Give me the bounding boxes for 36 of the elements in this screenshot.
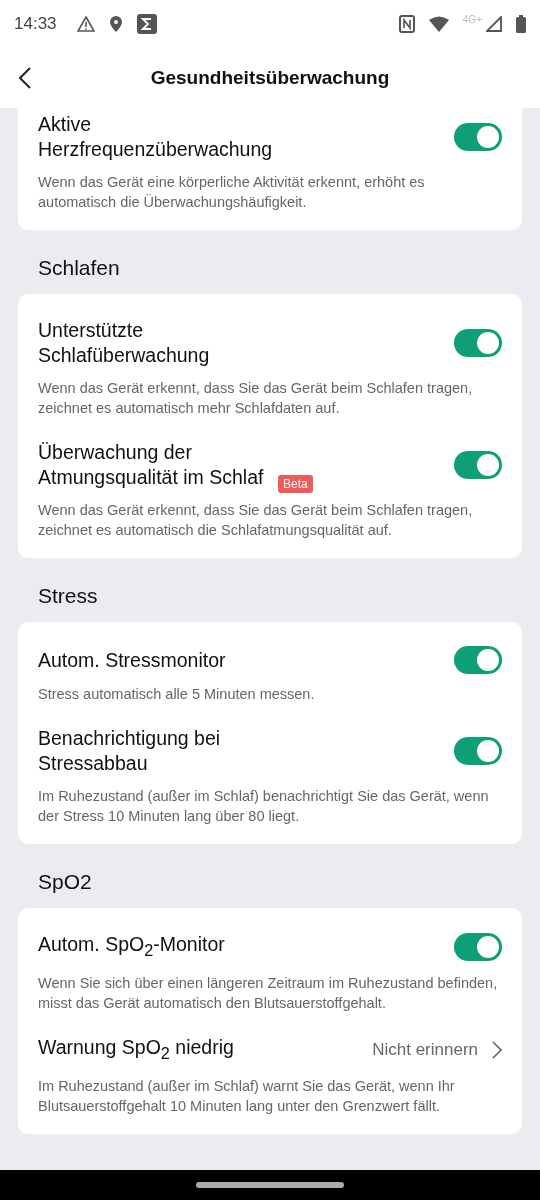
setting-description: Wenn Sie sich über einen längeren Zeitraum im Ruhezustand befinden, misst das Gerät automatisch den Blutsauerstoffgehalt. bbox=[38, 973, 499, 1013]
section-heading: Schlafen bbox=[37, 255, 121, 281]
warning-icon bbox=[76, 16, 95, 32]
value-link[interactable]: Nicht erinnern bbox=[372, 1040, 502, 1061]
setting-title: Autom. Stressmonitor bbox=[38, 648, 226, 671]
toggle-switch[interactable] bbox=[454, 123, 502, 151]
nfc-icon bbox=[398, 15, 415, 33]
section-heading: SpO2 bbox=[37, 869, 93, 895]
battery-icon bbox=[516, 15, 526, 33]
toggle-switch[interactable] bbox=[454, 646, 502, 674]
toggle-switch[interactable] bbox=[454, 451, 502, 479]
setting-description: Wenn das Gerät erkennt, dass Sie das Gerät beim Schlafen tragen, zeichnet es automatisch mehr Schlafdaten auf. bbox=[38, 379, 474, 418]
setting-description: Wenn das Gerät erkennt, dass Sie das Gerät beim Schlafen tragen, zeichnet es automatisch die Schlafatmungsqualität auf. bbox=[38, 501, 474, 540]
status-time: 14:33 bbox=[14, 14, 57, 34]
location-icon bbox=[108, 15, 123, 33]
toggle-switch[interactable] bbox=[454, 737, 502, 765]
sigma-app-icon bbox=[136, 14, 157, 34]
beta-badge: Beta bbox=[278, 475, 313, 493]
setting-description: Wenn das Gerät eine körperliche Aktivität erkennt, erhöht es automatisch die Überwachungshäufigkeit. bbox=[38, 173, 426, 212]
setting-title: Autom. SpO$_{2}$-Monitor bbox=[38, 933, 225, 955]
setting-title: Überwachung der Atmungsqualität im Schlaf bbox=[38, 441, 264, 488]
setting-description: Im Ruhezustand (außer im Schlaf) benachrichtigt Sie das Gerät, wenn der Stress 10 Minuten lang über 80 liegt. bbox=[38, 787, 490, 826]
toggle-switch[interactable] bbox=[454, 933, 502, 962]
setting-title: Unterstützte Schlafüberwachung bbox=[38, 319, 210, 366]
setting-title: Warnung SpO$_{2}$ niedrig bbox=[38, 1035, 234, 1058]
setting-title: Aktive Herzfrequenzüberwachung bbox=[38, 113, 273, 160]
setting-title: Benachrichtigung bei Stressabbau bbox=[38, 727, 221, 774]
section-heading: Stress bbox=[37, 583, 99, 609]
network-type: 4G+ bbox=[462, 14, 482, 25]
chevron-right-icon bbox=[492, 1041, 502, 1060]
wifi-icon bbox=[428, 16, 449, 32]
signal-icon bbox=[486, 16, 502, 32]
setting-description: Im Ruhezustand (außer im Schlaf) warnt Sie das Gerät, wenn Ihr Blutsauerstoffgehalt 10 Minuten lang unter den Grenzwert fällt. bbox=[38, 1076, 456, 1116]
page-title: Gesundheitsüberwachung bbox=[150, 67, 390, 89]
toggle-switch[interactable] bbox=[454, 329, 502, 357]
setting-description: Stress automatisch alle 5 Minuten messen. bbox=[38, 685, 316, 704]
